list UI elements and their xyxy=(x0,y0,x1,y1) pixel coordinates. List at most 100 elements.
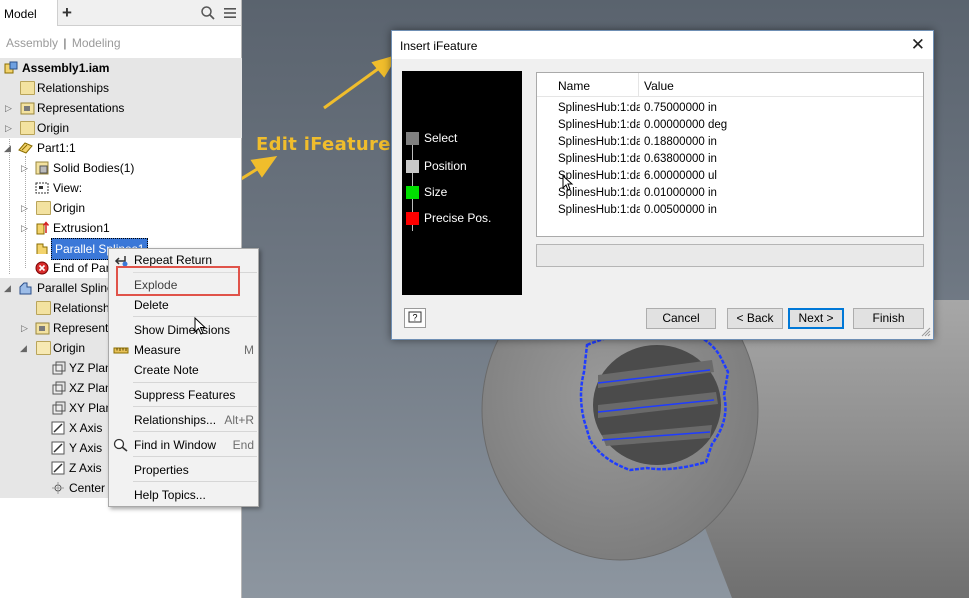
menu-item-find-in-window[interactable]: Find in Window End xyxy=(109,434,258,456)
expand-arrow-icon[interactable]: ▷ xyxy=(21,223,31,233)
help-button[interactable]: ? xyxy=(404,308,426,328)
tree-item-extrusion[interactable]: ▷ Extrusion1 xyxy=(0,218,242,238)
tree-item-view[interactable]: View: xyxy=(0,178,242,198)
menu-item-show-dimensions[interactable]: Show Dimensions xyxy=(109,319,258,341)
tree-item-assembly[interactable]: Assembly1.iam xyxy=(0,58,242,78)
next-button[interactable]: Next > xyxy=(788,308,844,329)
representations-icon xyxy=(20,102,35,115)
collapse-arrow-icon[interactable]: ◢ xyxy=(20,343,30,353)
menu-item-delete[interactable]: Delete xyxy=(109,294,258,316)
point-icon xyxy=(52,482,64,494)
tree-label-view: View: xyxy=(53,181,83,195)
mode-assembly[interactable]: Assembly xyxy=(6,36,58,50)
table-row[interactable]: SplinesHub:1:da 0.75000000 in xyxy=(537,100,923,117)
dialog-title: Insert iFeature xyxy=(400,39,478,53)
cancel-button[interactable]: Cancel xyxy=(646,308,716,329)
representations-icon xyxy=(35,322,50,335)
folder-icon xyxy=(36,301,51,315)
table-row[interactable]: SplinesHub:1:da 0.00000000 deg xyxy=(537,117,923,134)
tree-label-part-origin: Origin xyxy=(53,201,86,215)
menu-item-create-note[interactable]: Create Note xyxy=(109,359,258,381)
tree-item-part[interactable]: ◢ Part1:1 xyxy=(0,138,242,158)
tree-item-representations[interactable]: ▷ Representations xyxy=(0,98,242,118)
menu-label: Relationships... xyxy=(134,413,217,427)
step-label: Size xyxy=(424,185,448,199)
expand-arrow-icon[interactable]: ▷ xyxy=(21,163,31,173)
table-row[interactable]: SplinesHub:1:da 6.00000000 ul xyxy=(537,168,923,185)
end-of-part-icon xyxy=(35,261,49,275)
menu-item-explode[interactable]: Explode xyxy=(109,274,258,296)
menu-shortcut: Alt+R xyxy=(224,413,254,427)
back-button[interactable]: < Back xyxy=(727,308,783,329)
table-row[interactable]: SplinesHub:1:da 0.18800000 in xyxy=(537,134,923,151)
step-swatch xyxy=(406,186,419,199)
tree-item-solid-bodies[interactable]: ▷ Solid Bodies(1) xyxy=(0,158,242,178)
context-menu: Repeat Return Explode Delete Show Dimens… xyxy=(108,248,259,507)
step-swatch xyxy=(406,160,419,173)
resize-grip-icon[interactable] xyxy=(921,327,931,337)
tree-item-part-origin[interactable]: ▷ Origin xyxy=(0,198,242,218)
ruler-icon xyxy=(113,347,129,354)
menu-item-properties[interactable]: Properties xyxy=(109,459,258,481)
svg-text:?: ? xyxy=(412,313,417,323)
tree-label-origin: Origin xyxy=(37,121,70,135)
tree-label-solid-bodies: Solid Bodies(1) xyxy=(53,161,135,175)
menu-label: Explode xyxy=(134,278,178,292)
tree-label-sub-origin: Origin xyxy=(53,341,86,355)
tab-model[interactable]: Model xyxy=(0,0,58,26)
find-icon xyxy=(113,438,128,452)
expand-arrow-icon[interactable]: ▷ xyxy=(5,123,15,133)
menu-shortcut: End xyxy=(232,438,254,452)
menu-label: Repeat Return xyxy=(134,253,213,267)
cell-value: 0.75000000 in xyxy=(644,102,717,114)
close-icon[interactable]: ✕ xyxy=(911,35,925,55)
step-swatch xyxy=(406,132,419,145)
column-header-value[interactable]: Value xyxy=(639,73,923,97)
table-row[interactable]: SplinesHub:1:da 0.63800000 in xyxy=(537,151,923,168)
tree-item-origin[interactable]: ▷ Origin xyxy=(0,118,242,138)
menu-item-relationships[interactable]: Relationships... Alt+R xyxy=(109,409,258,431)
mode-switch: Assembly | Modeling xyxy=(0,26,241,56)
menu-item-help-topics[interactable]: Help Topics... xyxy=(109,484,258,506)
browser-tab-bar: Model + xyxy=(0,0,241,26)
table-row[interactable]: SplinesHub:1:da 0.01000000 in xyxy=(537,185,923,202)
expand-arrow-icon[interactable]: ▷ xyxy=(5,103,15,113)
menu-label: Help Topics... xyxy=(134,488,206,502)
cell-name: SplinesHub:1:da xyxy=(558,102,640,114)
expand-arrow-icon[interactable]: ▷ xyxy=(21,203,31,213)
axis-icon xyxy=(51,441,65,455)
cell-value: 6.00000000 ul xyxy=(644,170,717,182)
cell-name: SplinesHub:1:da xyxy=(558,119,640,131)
plane-icon xyxy=(52,361,66,375)
column-header-name[interactable]: Name xyxy=(553,73,639,97)
tree-item-relationships[interactable]: Relationships xyxy=(0,78,242,98)
add-tab-button[interactable]: + xyxy=(62,3,72,23)
part-icon xyxy=(19,282,32,295)
folder-icon xyxy=(20,81,35,95)
menu-icon[interactable] xyxy=(222,5,238,21)
plane-icon xyxy=(52,381,66,395)
table-row[interactable]: SplinesHub:1:da 0.00500000 in xyxy=(537,202,923,219)
menu-label: Find in Window xyxy=(134,438,217,452)
step-label: Position xyxy=(424,159,467,173)
menu-label: Create Note xyxy=(134,363,199,377)
menu-item-measure[interactable]: Measure M xyxy=(109,339,258,361)
dialog-title-bar: Insert iFeature ✕ xyxy=(392,31,933,59)
collapse-arrow-icon[interactable]: ◢ xyxy=(4,283,14,293)
finish-button[interactable]: Finish xyxy=(853,308,924,329)
table-header: Name Value xyxy=(537,73,923,97)
menu-item-repeat-return[interactable]: Repeat Return xyxy=(109,249,258,271)
collapse-arrow-icon[interactable]: ◢ xyxy=(4,143,14,153)
menu-shortcut: M xyxy=(244,343,254,357)
mode-modeling[interactable]: Modeling xyxy=(72,36,121,50)
help-icon: ? xyxy=(408,311,422,323)
tree-label-extrusion: Extrusion1 xyxy=(53,221,110,235)
cell-value: 0.00500000 in xyxy=(644,204,717,216)
menu-item-suppress-features[interactable]: Suppress Features xyxy=(109,384,258,406)
part-icon xyxy=(18,142,33,154)
search-icon[interactable] xyxy=(200,5,216,21)
mouse-cursor-icon xyxy=(194,317,207,335)
value-edit-field[interactable] xyxy=(536,244,924,267)
cell-value: 0.01000000 in xyxy=(644,187,717,199)
expand-arrow-icon[interactable]: ▷ xyxy=(21,323,31,333)
